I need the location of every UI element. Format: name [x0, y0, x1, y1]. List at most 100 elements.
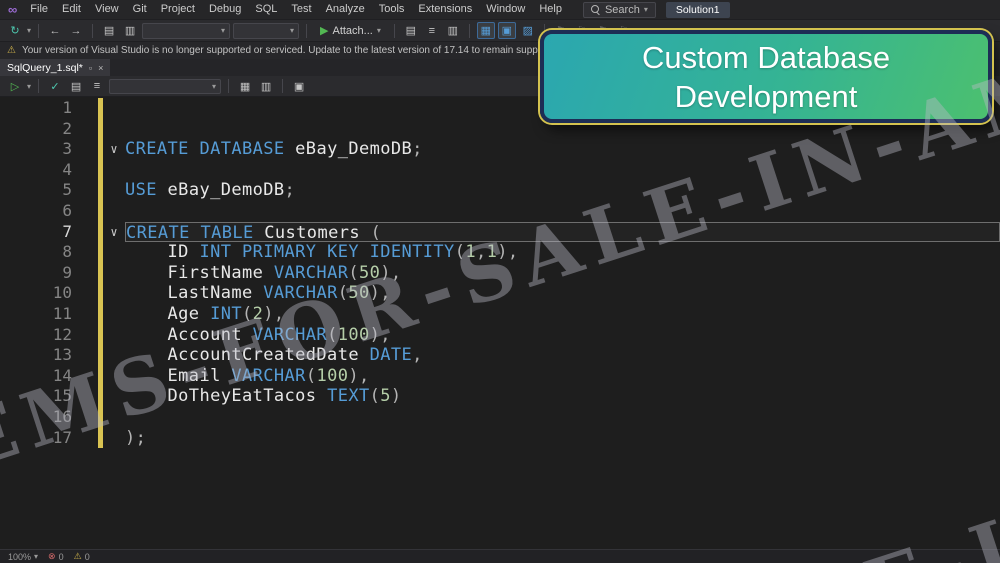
code-editor[interactable]: 1 2 3 ∨ CREATE DATABASE eBay_DemoDB; 4 5 USE eB…	[0, 97, 1000, 549]
code-line[interactable]: 15 DoTheyEatTacos TEXT(5)	[0, 386, 1000, 407]
breakpoint-margin[interactable]	[0, 304, 20, 325]
navigate-forward-icon[interactable]: →	[67, 22, 85, 39]
close-icon[interactable]: ×	[98, 63, 103, 73]
line-number[interactable]: 11	[20, 304, 72, 325]
configuration-dropdown[interactable]: ▾	[142, 22, 231, 39]
code-text[interactable]: LastName VARCHAR(50),	[125, 283, 1000, 304]
line-number[interactable]: 9	[20, 263, 72, 284]
breakpoint-margin[interactable]	[0, 139, 20, 160]
menu-item-extensions[interactable]: Extensions	[411, 0, 479, 19]
chevron-down-icon[interactable]: ▾	[27, 82, 31, 91]
code-text[interactable]	[125, 160, 1000, 181]
menu-item-sql[interactable]: SQL	[248, 0, 284, 19]
zoom-control[interactable]: 100% ▾	[8, 552, 38, 562]
line-wrap-icon[interactable]: ▥	[444, 22, 462, 39]
code-line[interactable]: 7 ∨ CREATE TABLE Customers (	[0, 221, 1000, 243]
code-text[interactable]: USE eBay_DemoDB;	[125, 180, 1000, 201]
menu-item-view[interactable]: View	[88, 0, 126, 19]
line-number[interactable]: 5	[20, 180, 72, 201]
menu-item-test[interactable]: Test	[284, 0, 318, 19]
results-pane-icon[interactable]: ▦	[236, 78, 254, 95]
disconnect-icon[interactable]: ≡	[88, 78, 106, 95]
breakpoint-margin[interactable]	[0, 180, 20, 201]
results-text-toggle-icon[interactable]: ▣	[497, 22, 516, 39]
code-line[interactable]: 5 USE eBay_DemoDB;	[0, 180, 1000, 201]
breakpoint-margin[interactable]	[0, 428, 20, 449]
attach-button[interactable]: ▶ Attach... ▾	[314, 23, 387, 38]
menu-item-tools[interactable]: Tools	[372, 0, 412, 19]
tab-sqlquery1[interactable]: SqlQuery_1.sql* ▫ ×	[0, 59, 111, 76]
code-line[interactable]: 9 FirstName VARCHAR(50),	[0, 262, 1000, 284]
fold-chevron-icon[interactable]: ∨	[103, 222, 125, 243]
code-line[interactable]: 10 LastName VARCHAR(50),	[0, 283, 1000, 304]
line-number[interactable]: 3	[20, 139, 72, 160]
results-grid-toggle-icon[interactable]: ▦	[476, 22, 495, 39]
code-line[interactable]: 12 Account VARCHAR(100),	[0, 324, 1000, 346]
step-into-icon[interactable]: ≡	[423, 22, 441, 39]
fold-chevron-icon[interactable]: ∨	[103, 139, 125, 160]
breakpoint-margin[interactable]	[0, 345, 20, 366]
code-text[interactable]: AccountCreatedDate DATE,	[125, 345, 1000, 366]
breakpoint-margin[interactable]	[0, 386, 20, 407]
breakpoint-margin[interactable]	[0, 366, 20, 387]
menu-item-project[interactable]: Project	[154, 0, 202, 19]
line-number[interactable]: 10	[20, 283, 72, 304]
query-options-icon[interactable]: ▣	[290, 78, 308, 95]
line-number[interactable]: 12	[20, 325, 72, 346]
line-number[interactable]: 15	[20, 386, 72, 407]
line-number[interactable]: 2	[20, 119, 72, 140]
code-text[interactable]	[125, 407, 1000, 428]
navigate-backward-icon[interactable]: ←	[46, 22, 64, 39]
save-icon[interactable]: ▥	[121, 22, 139, 39]
code-text[interactable]: Account VARCHAR(100),	[125, 325, 1000, 346]
code-line[interactable]: 6	[0, 200, 1000, 222]
code-text[interactable]: FirstName VARCHAR(50),	[125, 263, 1000, 284]
code-line[interactable]: 16	[0, 406, 1000, 428]
breakpoint-margin[interactable]	[0, 222, 20, 243]
breakpoint-margin[interactable]	[0, 283, 20, 304]
error-count[interactable]: ⊗ 0	[48, 551, 64, 562]
code-text[interactable]: Age INT(2),	[125, 304, 1000, 325]
breakpoint-margin[interactable]	[0, 263, 20, 284]
line-number[interactable]: 16	[20, 407, 72, 428]
code-line[interactable]: 17);	[0, 427, 1000, 449]
new-query-icon[interactable]: ▤	[100, 22, 118, 39]
code-text[interactable]: CREATE DATABASE eBay_DemoDB;	[125, 139, 1000, 160]
warning-count[interactable]: ⚠ 0	[74, 551, 90, 562]
breakpoint-margin[interactable]	[0, 242, 20, 263]
code-text[interactable]: Email VARCHAR(100),	[125, 366, 1000, 387]
show-details-icon[interactable]: ▨	[519, 22, 537, 39]
pin-icon[interactable]: ▫	[89, 63, 92, 73]
menu-item-help[interactable]: Help	[532, 0, 569, 19]
line-number[interactable]: 17	[20, 428, 72, 449]
code-line[interactable]: 3 ∨ CREATE DATABASE eBay_DemoDB;	[0, 139, 1000, 160]
menu-item-git[interactable]: Git	[126, 0, 154, 19]
line-number[interactable]: 1	[20, 98, 72, 119]
code-line[interactable]: 13 AccountCreatedDate DATE,	[0, 345, 1000, 366]
line-number[interactable]: 7	[20, 222, 72, 243]
parse-query-icon[interactable]: ✓	[46, 78, 64, 95]
line-number[interactable]: 8	[20, 242, 72, 263]
search-control[interactable]: Search ▾	[582, 1, 656, 18]
menu-item-analyze[interactable]: Analyze	[319, 0, 372, 19]
code-text[interactable]: );	[125, 428, 1000, 449]
breakpoint-margin[interactable]	[0, 119, 20, 140]
breakpoint-margin[interactable]	[0, 160, 20, 181]
database-selector-dropdown[interactable]: ▾	[109, 78, 222, 94]
line-number[interactable]: 14	[20, 366, 72, 387]
solution-selector[interactable]: Solution1	[665, 1, 730, 18]
menu-item-edit[interactable]: Edit	[55, 0, 88, 19]
menu-item-window[interactable]: Window	[479, 0, 532, 19]
chevron-down-icon[interactable]: ▾	[27, 26, 31, 35]
code-line[interactable]: 8 ID INT PRIMARY KEY IDENTITY(1,1),	[0, 242, 1000, 263]
line-number[interactable]: 4	[20, 160, 72, 181]
execute-button[interactable]: ▷	[6, 78, 24, 95]
line-number[interactable]: 6	[20, 201, 72, 222]
code-line[interactable]: 4	[0, 159, 1000, 181]
menu-item-file[interactable]: File	[23, 0, 55, 19]
line-number[interactable]: 13	[20, 345, 72, 366]
step-over-icon[interactable]: ▤	[402, 22, 420, 39]
code-text[interactable]: CREATE TABLE Customers (	[125, 221, 1000, 243]
breakpoint-margin[interactable]	[0, 201, 20, 222]
breakpoint-margin[interactable]	[0, 407, 20, 428]
